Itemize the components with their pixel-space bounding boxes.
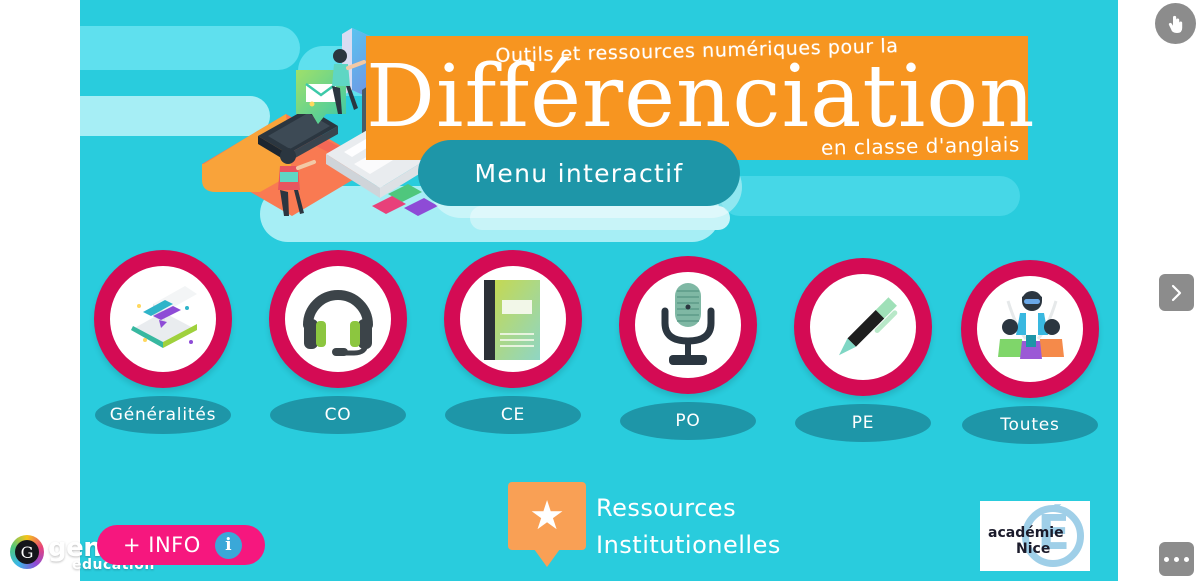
co-button[interactable] [269, 250, 407, 388]
people-group-icon [977, 276, 1083, 382]
ellipsis-icon [1164, 556, 1189, 562]
next-slide-button[interactable] [1159, 274, 1194, 311]
academie-line2: Nice [1016, 541, 1051, 557]
menu-interactif-wrap: Menu interactif [418, 140, 748, 224]
info-icon: i [214, 531, 242, 559]
menu-item-generalites: Généralités [88, 250, 238, 434]
ressources-line2: Institutionelles [596, 531, 781, 560]
menu-item-toutes: Toutes [955, 260, 1105, 444]
title-subtitle: en classe d'anglais [821, 132, 1021, 160]
page-title: Différenciation [366, 47, 1036, 147]
pe-label[interactable]: PE [795, 404, 931, 442]
hand-pointer-icon[interactable] [1155, 3, 1196, 44]
ressources-line1: Ressources [596, 494, 737, 522]
more-info-label: + INFO [123, 533, 201, 557]
pe-button[interactable] [794, 258, 932, 396]
toutes-button[interactable] [961, 260, 1099, 398]
screen: Outils et ressources numériques pour la … [0, 0, 1200, 581]
presentation-canvas: Outils et ressources numériques pour la … [80, 0, 1118, 581]
academie-nice-logo[interactable]: É académie Nice [980, 501, 1090, 571]
ce-button[interactable] [444, 250, 582, 388]
menu-item-pe: PE [788, 258, 938, 442]
pen-icon [810, 274, 916, 380]
microphone-icon [635, 272, 741, 378]
genially-logo-icon: G [10, 535, 44, 569]
generalites-button[interactable] [94, 250, 232, 388]
academie-line1: académie [988, 525, 1064, 541]
toutes-label[interactable]: Toutes [962, 406, 1098, 444]
ressources-text[interactable]: Ressources Institutionelles [596, 490, 796, 564]
genially-g-glyph: G [15, 540, 39, 564]
open-book-icon [110, 266, 216, 372]
more-info-button[interactable]: + INFO i [97, 525, 265, 565]
closed-book-icon [460, 266, 566, 372]
star-glyph: ★ [529, 493, 565, 539]
chevron-right-icon [1171, 284, 1181, 301]
po-label[interactable]: PO [620, 402, 756, 440]
ressources-institutionelles: ★ Ressources Institutionelles [428, 482, 788, 572]
icon-menu-row: Généralités CO CE PO PE Toutes [80, 250, 1118, 450]
more-options-button[interactable] [1159, 542, 1194, 576]
generalites-label[interactable]: Généralités [95, 396, 231, 434]
star-bubble-icon[interactable]: ★ [508, 482, 586, 550]
menu-item-po: PO [613, 256, 763, 440]
co-label[interactable]: CO [270, 396, 406, 434]
background-cloud-6 [720, 176, 1020, 216]
po-button[interactable] [619, 256, 757, 394]
ce-label[interactable]: CE [445, 396, 581, 434]
headset-icon [285, 266, 391, 372]
menu-item-co: CO [263, 250, 413, 434]
menu-item-ce: CE [438, 250, 588, 434]
menu-interactif-button[interactable]: Menu interactif [418, 140, 740, 206]
hand-pointer-glyph [1168, 15, 1182, 33]
